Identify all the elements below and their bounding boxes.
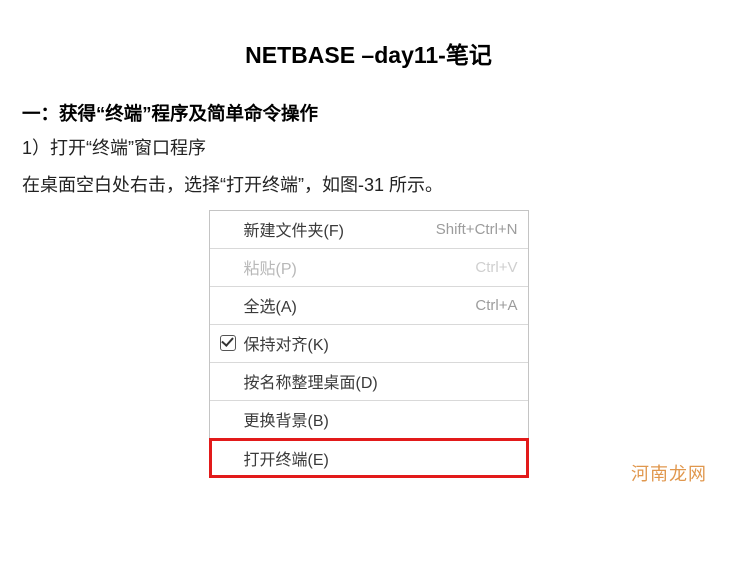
- menu-item-select-all[interactable]: 全选(A) Ctrl+A: [210, 287, 528, 325]
- watermark: 河南龙网: [631, 460, 707, 486]
- menu-item-keep-aligned[interactable]: 保持对齐(K): [210, 325, 528, 363]
- menu-icon-slot: [218, 295, 238, 315]
- menu-icon-slot: [218, 409, 238, 429]
- menu-item-label: 按名称整理桌面(D): [238, 369, 518, 393]
- menu-item-shortcut: Shift+Ctrl+N: [436, 221, 518, 238]
- menu-icon-slot: [218, 448, 238, 468]
- checkbox-checked-icon: [218, 333, 238, 353]
- page-title: NETBASE –day11-笔记: [0, 0, 737, 70]
- menu-item-change-background[interactable]: 更换背景(B): [210, 401, 528, 439]
- menu-icon-slot: [218, 257, 238, 277]
- section-heading: 一：获得“终端”程序及简单命令操作: [0, 100, 737, 126]
- menu-icon-slot: [218, 219, 238, 239]
- body-line-2: 在桌面空白处右击，选择“打开终端”，如图-31 所示。: [0, 171, 737, 200]
- menu-item-shortcut: Ctrl+A: [475, 297, 517, 314]
- body-line-1: 1）打开“终端”窗口程序: [0, 134, 737, 163]
- menu-item-label: 打开终端(E): [238, 446, 518, 470]
- context-menu: 新建文件夹(F) Shift+Ctrl+N 粘贴(P) Ctrl+V 全选(A)…: [209, 210, 529, 478]
- menu-item-label: 粘贴(P): [238, 255, 476, 279]
- menu-item-label: 保持对齐(K): [238, 331, 518, 355]
- menu-icon-slot: [218, 371, 238, 391]
- menu-item-organize-by-name[interactable]: 按名称整理桌面(D): [210, 363, 528, 401]
- menu-item-new-folder[interactable]: 新建文件夹(F) Shift+Ctrl+N: [210, 211, 528, 249]
- menu-item-paste: 粘贴(P) Ctrl+V: [210, 249, 528, 287]
- menu-item-shortcut: Ctrl+V: [475, 259, 517, 276]
- menu-item-label: 全选(A): [238, 293, 476, 317]
- menu-item-label: 新建文件夹(F): [238, 217, 436, 241]
- menu-item-label: 更换背景(B): [238, 407, 518, 431]
- menu-item-open-terminal[interactable]: 打开终端(E): [210, 439, 528, 477]
